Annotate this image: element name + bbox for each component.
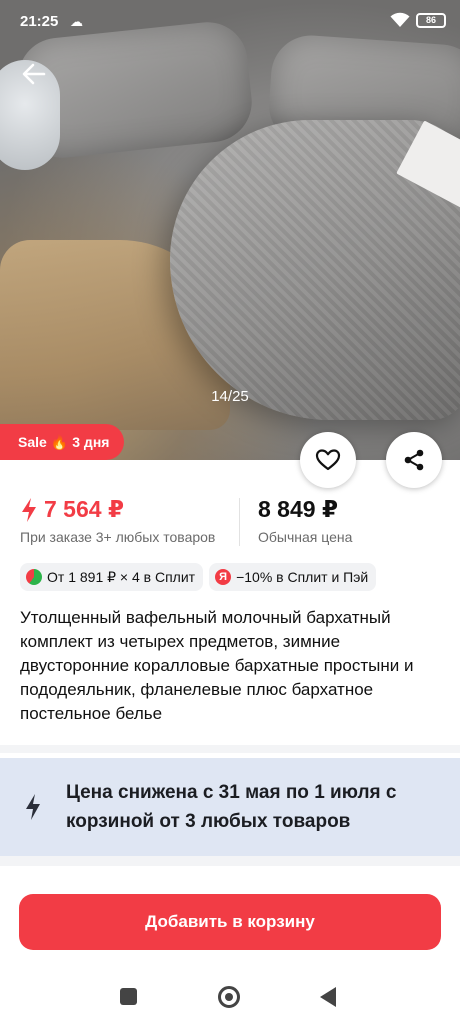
payment-chips: От 1 891 ₽ × 4 в Сплит Я −10% в Сплит и … — [20, 563, 377, 591]
pay-chip-label: −10% в Сплит и Пэй — [236, 569, 369, 585]
battery-level: 86 — [425, 15, 436, 25]
price-block: 7 564 ₽ При заказе 3+ любых товаров 8 84… — [20, 496, 450, 552]
promo-price-note: При заказе 3+ любых товаров — [20, 529, 216, 545]
recent-apps-button[interactable] — [120, 988, 137, 1005]
arrow-left-icon — [22, 63, 46, 85]
regular-price: 8 849 ₽ — [258, 496, 338, 522]
regular-price-group: 8 849 ₽ Обычная цена — [258, 496, 352, 545]
section-divider — [0, 745, 460, 753]
wifi-icon — [390, 12, 410, 27]
sale-badge: Sale 🔥 3 дня — [0, 424, 124, 460]
pay-chip[interactable]: Я −10% в Сплит и Пэй — [209, 563, 377, 591]
sale-days: 3 дня — [72, 434, 110, 450]
promo-price: 7 564 ₽ — [20, 496, 215, 523]
status-icons: 86 — [390, 12, 446, 28]
promo-price-group: 7 564 ₽ При заказе 3+ любых товаров — [20, 496, 215, 545]
split-chip[interactable]: От 1 891 ₽ × 4 в Сплит — [20, 563, 204, 591]
promo-lightning-icon — [0, 793, 66, 821]
system-back-button[interactable] — [320, 987, 336, 1007]
favorite-button[interactable] — [300, 432, 356, 488]
image-counter: 14/25 — [211, 388, 249, 405]
promo-price-value: 7 564 ₽ — [44, 496, 124, 522]
status-bar: 21:25 ☁ 86 — [0, 0, 460, 44]
back-button[interactable] — [18, 58, 50, 90]
heart-icon — [315, 449, 341, 471]
status-time: 21:25 — [20, 13, 59, 30]
price-divider — [239, 498, 240, 546]
split-chip-label: От 1 891 ₽ × 4 в Сплит — [47, 568, 196, 585]
product-title: Утолщенный вафельный молочный бархатный … — [20, 608, 414, 723]
cloud-icon: ☁ — [70, 14, 83, 29]
sale-label: Sale — [18, 434, 47, 450]
system-nav-bar — [0, 970, 460, 1024]
yandex-icon: Я — [215, 569, 232, 585]
section-divider — [0, 856, 460, 866]
regular-price-note: Обычная цена — [258, 529, 353, 545]
promo-banner-text: Цена снижена с 31 мая по 1 июля с корзин… — [66, 782, 397, 832]
add-to-cart-button[interactable]: Добавить в корзину — [19, 894, 441, 950]
share-icon — [404, 449, 424, 471]
home-button[interactable] — [218, 986, 240, 1008]
share-button[interactable] — [386, 432, 442, 488]
fire-icon: 🔥 — [50, 433, 69, 450]
split-icon — [26, 569, 42, 585]
promo-banner[interactable]: Цена снижена с 31 мая по 1 июля с корзин… — [0, 758, 460, 856]
lightning-icon — [22, 497, 36, 522]
battery-icon: 86 — [416, 12, 446, 28]
